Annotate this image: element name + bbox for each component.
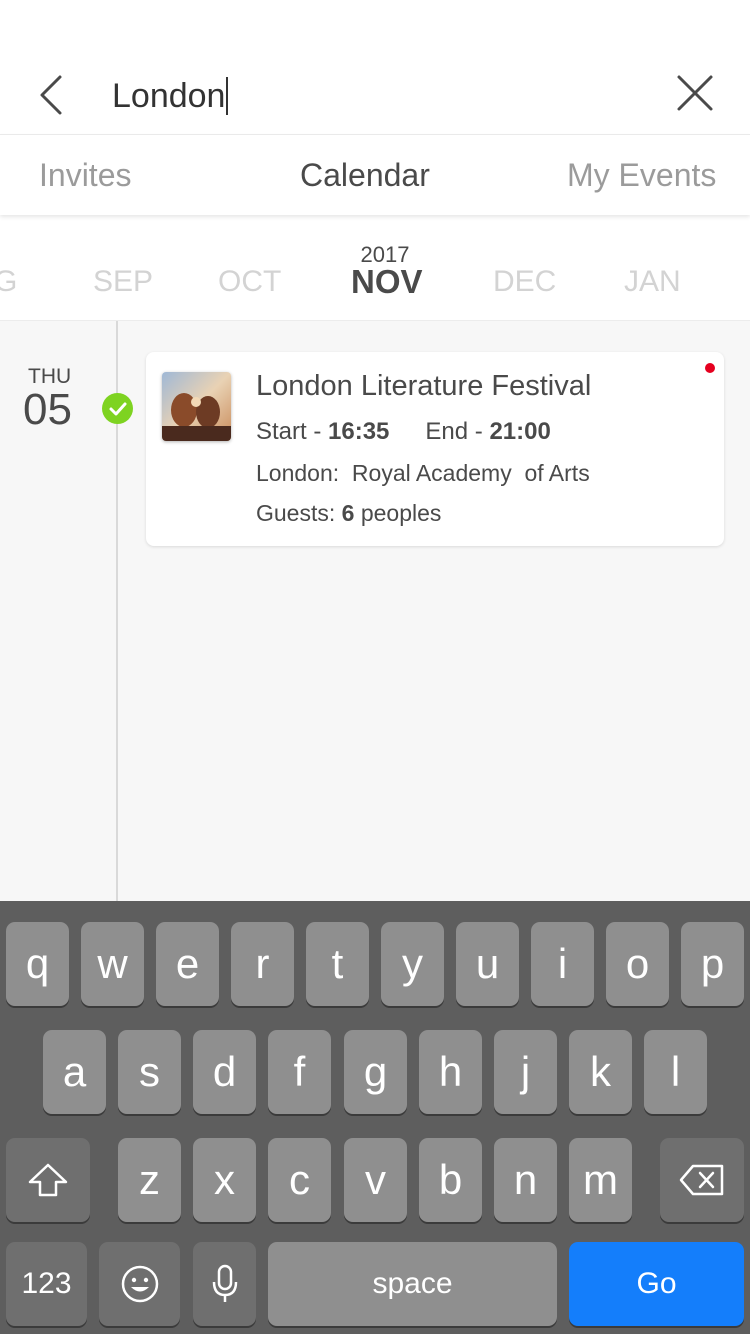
microphone-key[interactable] bbox=[193, 1242, 256, 1326]
search-input[interactable]: London bbox=[112, 70, 632, 122]
month-picker[interactable]: 2017 G SEP OCT NOV DEC JAN bbox=[0, 215, 750, 321]
start-label: Start - bbox=[256, 418, 329, 445]
backspace-icon bbox=[679, 1164, 724, 1196]
key[interactable]: o bbox=[606, 922, 669, 1006]
key[interactable]: k bbox=[569, 1030, 632, 1114]
key[interactable]: t bbox=[306, 922, 369, 1006]
key[interactable]: g bbox=[344, 1030, 407, 1114]
key[interactable]: x bbox=[193, 1138, 256, 1222]
key[interactable]: n bbox=[494, 1138, 557, 1222]
end-label: End - bbox=[425, 418, 490, 445]
shift-icon bbox=[28, 1163, 68, 1197]
key[interactable]: f bbox=[268, 1030, 331, 1114]
event-title: London Literature Festival bbox=[256, 370, 592, 402]
key[interactable]: h bbox=[419, 1030, 482, 1114]
key[interactable]: r bbox=[231, 922, 294, 1006]
month-item[interactable]: JAN bbox=[624, 265, 681, 299]
guests-unit: peoples bbox=[354, 500, 442, 526]
key[interactable]: v bbox=[344, 1138, 407, 1222]
key[interactable]: p bbox=[681, 922, 744, 1006]
search-bar: London bbox=[0, 0, 750, 135]
day-number: 05 bbox=[23, 385, 72, 434]
back-button[interactable] bbox=[30, 70, 74, 120]
key[interactable]: a bbox=[43, 1030, 106, 1114]
guests-count: 6 bbox=[341, 500, 355, 526]
month-item[interactable]: OCT bbox=[218, 265, 281, 299]
key[interactable]: b bbox=[419, 1138, 482, 1222]
search-input-value: London bbox=[112, 76, 226, 115]
emoji-icon bbox=[121, 1265, 158, 1303]
month-item[interactable]: G bbox=[0, 265, 17, 299]
key[interactable]: u bbox=[456, 922, 519, 1006]
emoji-key[interactable] bbox=[99, 1242, 180, 1326]
tab-calendar[interactable]: Calendar bbox=[300, 135, 430, 215]
numbers-key[interactable]: 123 bbox=[6, 1242, 87, 1326]
shift-key[interactable] bbox=[6, 1138, 90, 1222]
end-time: 21:00 bbox=[489, 418, 551, 445]
event-guests: Guests: 6 peoples bbox=[256, 500, 441, 527]
text-caret bbox=[226, 77, 229, 115]
checkmark-icon bbox=[102, 393, 133, 424]
key[interactable]: y bbox=[381, 922, 444, 1006]
unread-indicator bbox=[705, 363, 715, 373]
key[interactable]: w bbox=[81, 922, 144, 1006]
key[interactable]: s bbox=[118, 1030, 181, 1114]
chevron-left-icon bbox=[40, 75, 62, 115]
backspace-key[interactable] bbox=[660, 1138, 744, 1222]
key[interactable]: i bbox=[531, 922, 594, 1006]
microphone-icon bbox=[212, 1264, 237, 1302]
go-key[interactable]: Go bbox=[569, 1242, 744, 1326]
month-item-selected[interactable]: NOV bbox=[351, 263, 423, 301]
clear-search-button[interactable] bbox=[672, 70, 718, 116]
key[interactable]: c bbox=[268, 1138, 331, 1222]
guests-label: Guests: bbox=[256, 500, 342, 526]
month-item[interactable]: SEP bbox=[93, 265, 153, 299]
close-icon bbox=[677, 75, 713, 111]
key[interactable]: q bbox=[6, 922, 69, 1006]
onscreen-keyboard: q w e r t y u i o p a s d f g h j k l z … bbox=[0, 901, 750, 1334]
event-location: London: Royal Academy of Arts bbox=[256, 460, 590, 486]
key[interactable]: e bbox=[156, 922, 219, 1006]
event-times: Start - 16:35 End - 21:00 bbox=[256, 418, 551, 446]
key[interactable]: j bbox=[494, 1030, 557, 1114]
calendar-timeline: THU 05 London Literature Festival Start … bbox=[0, 321, 750, 901]
key[interactable]: d bbox=[193, 1030, 256, 1114]
start-time: 16:35 bbox=[328, 418, 390, 445]
space-key[interactable]: space bbox=[268, 1242, 557, 1326]
key[interactable]: z bbox=[118, 1138, 181, 1222]
key[interactable]: l bbox=[644, 1030, 707, 1114]
tab-invites[interactable]: Invites bbox=[39, 135, 131, 215]
event-card[interactable]: London Literature Festival Start - 16:35… bbox=[146, 352, 724, 546]
month-item[interactable]: DEC bbox=[493, 265, 556, 299]
tab-bar: Invites Calendar My Events bbox=[0, 135, 750, 215]
tab-my-events[interactable]: My Events bbox=[567, 135, 716, 215]
key[interactable]: m bbox=[569, 1138, 632, 1222]
event-thumbnail bbox=[162, 372, 231, 441]
